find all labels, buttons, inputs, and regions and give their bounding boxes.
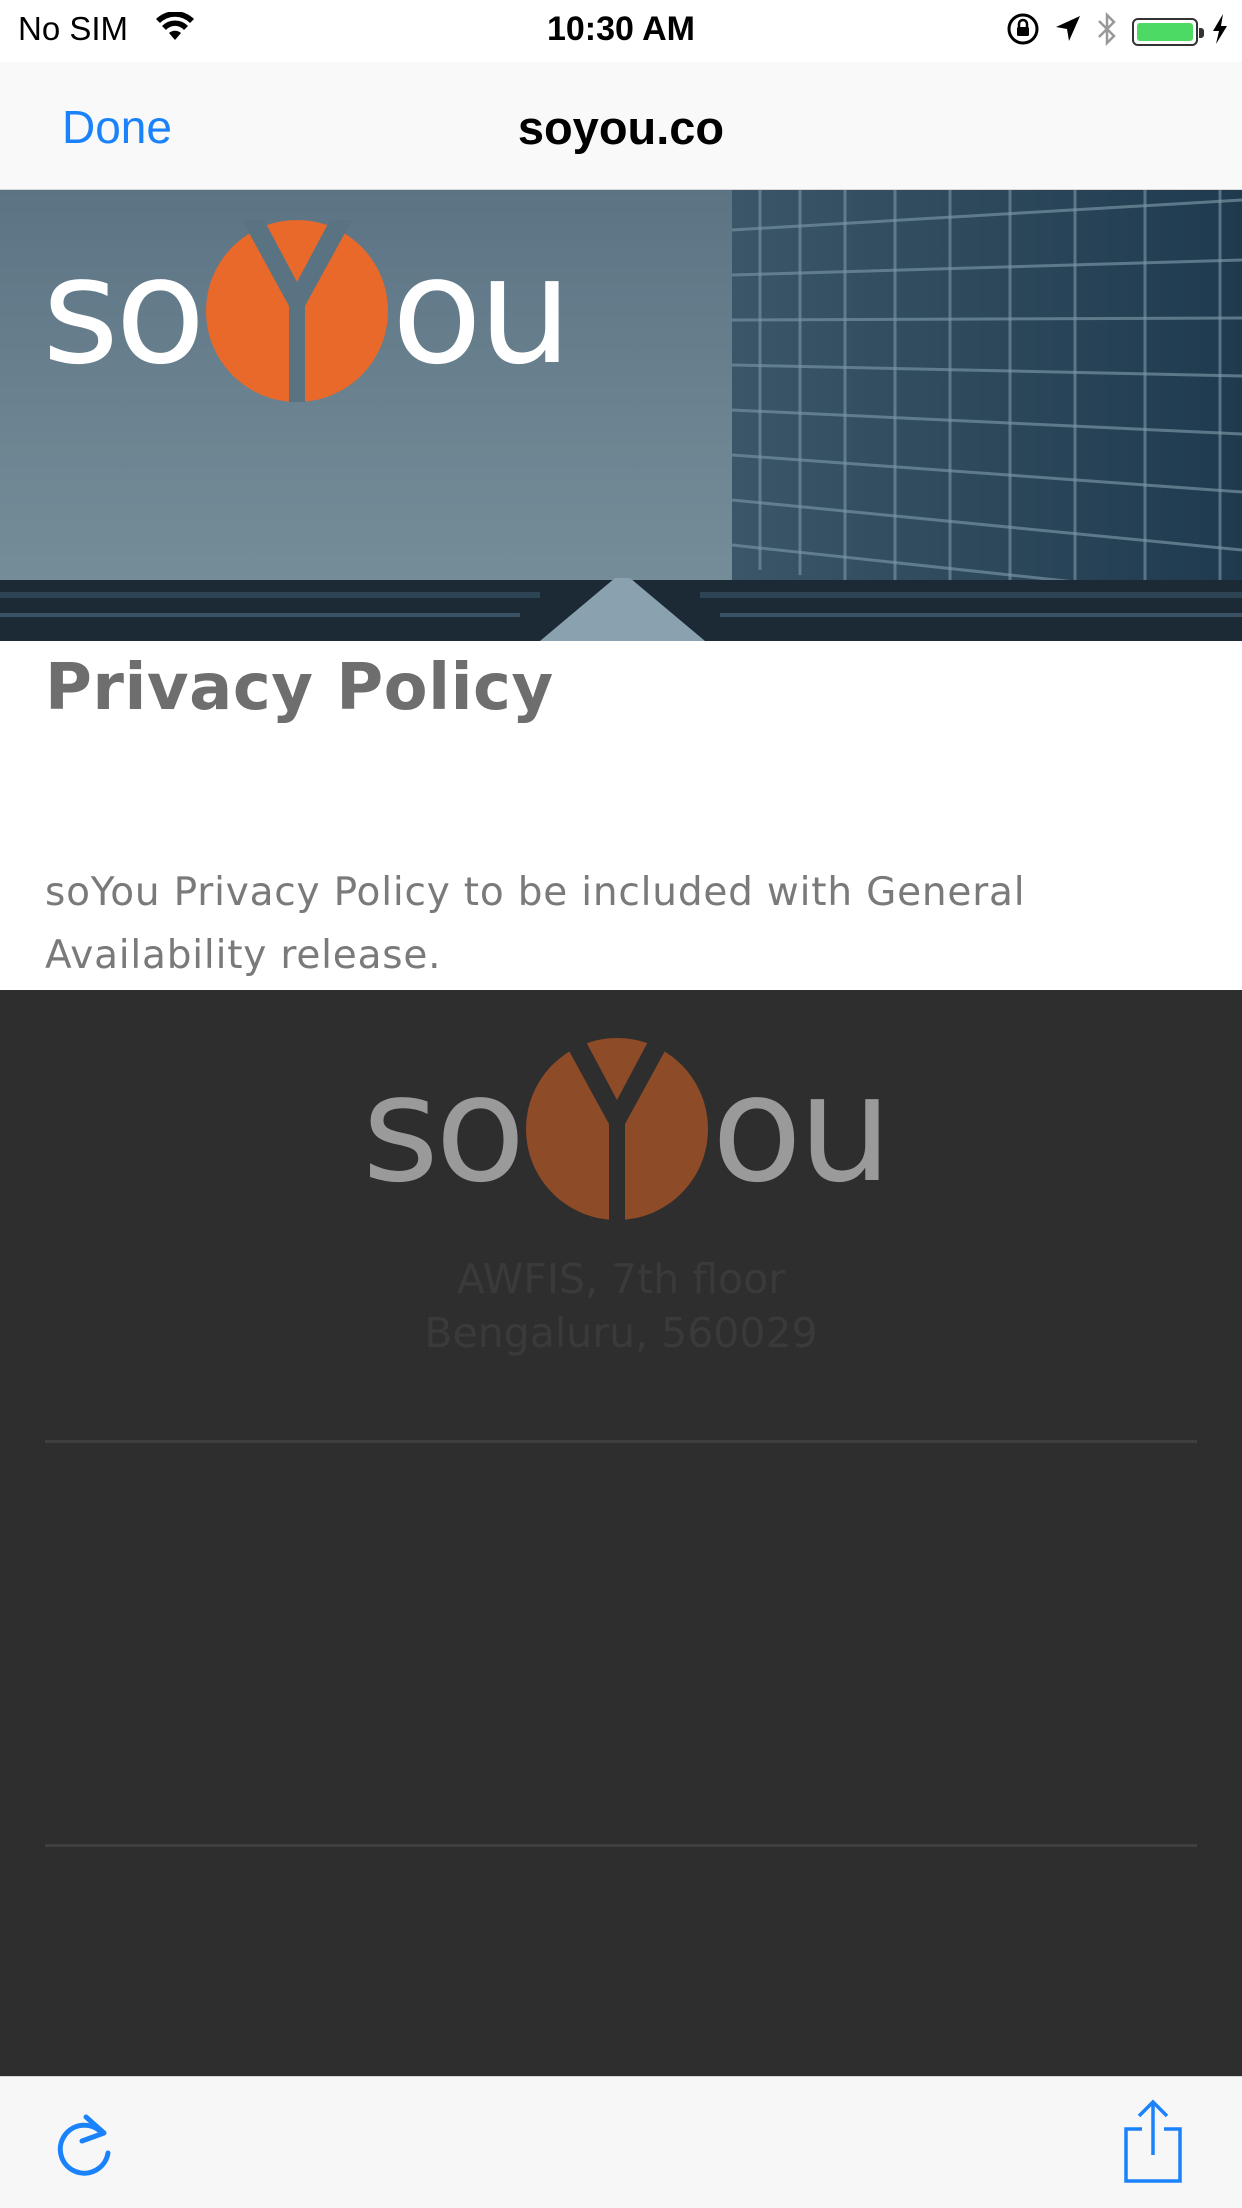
footer-logo-text-left: so (362, 1043, 526, 1215)
status-icons (1006, 11, 1228, 51)
status-bar: No SIM 10:30 AM (0, 0, 1242, 62)
footer-address: AWFIS, 7th floor Bengaluru, 560029 (0, 1252, 1242, 1360)
logo-text-left: so (42, 225, 206, 397)
bluetooth-icon (1096, 11, 1118, 51)
footer-logo-y-icon (525, 1038, 708, 1220)
footer-logo-text-right: ou (711, 1043, 892, 1215)
orientation-lock-icon (1006, 12, 1040, 51)
site-footer: so ou AWFIS, 7th floor Bengaluru, 560029 (0, 990, 1242, 2076)
address-line-1: AWFIS, 7th floor (456, 1255, 786, 1303)
reload-icon[interactable] (52, 2109, 116, 2184)
footer-divider-bottom (45, 1844, 1197, 1847)
logo-y-icon (205, 220, 388, 402)
policy-heading: Privacy Policy (45, 651, 554, 725)
hero-banner: so ou (0, 190, 1242, 641)
address-line-2: Bengaluru, 560029 (424, 1309, 818, 1357)
soyou-logo: so ou (42, 220, 572, 402)
logo-text-right: ou (391, 225, 572, 397)
charging-bolt-icon (1212, 14, 1228, 49)
battery-icon (1132, 17, 1204, 46)
page-title: soyou.co (517, 101, 725, 154)
share-icon[interactable] (1120, 2099, 1186, 2190)
battery-nub (1199, 27, 1204, 38)
policy-content: Privacy Policy soYou Privacy Policy to b… (0, 641, 1242, 990)
policy-body: soYou Privacy Policy to be included with… (45, 870, 1026, 978)
browser-toolbar (0, 2076, 1242, 2208)
location-arrow-icon (1054, 14, 1082, 49)
footer-divider-top (45, 1440, 1197, 1443)
footer-soyou-logo: so ou (362, 1038, 892, 1220)
battery-level (1137, 22, 1193, 41)
navigation-bar: Done soyou.co (0, 62, 1242, 190)
